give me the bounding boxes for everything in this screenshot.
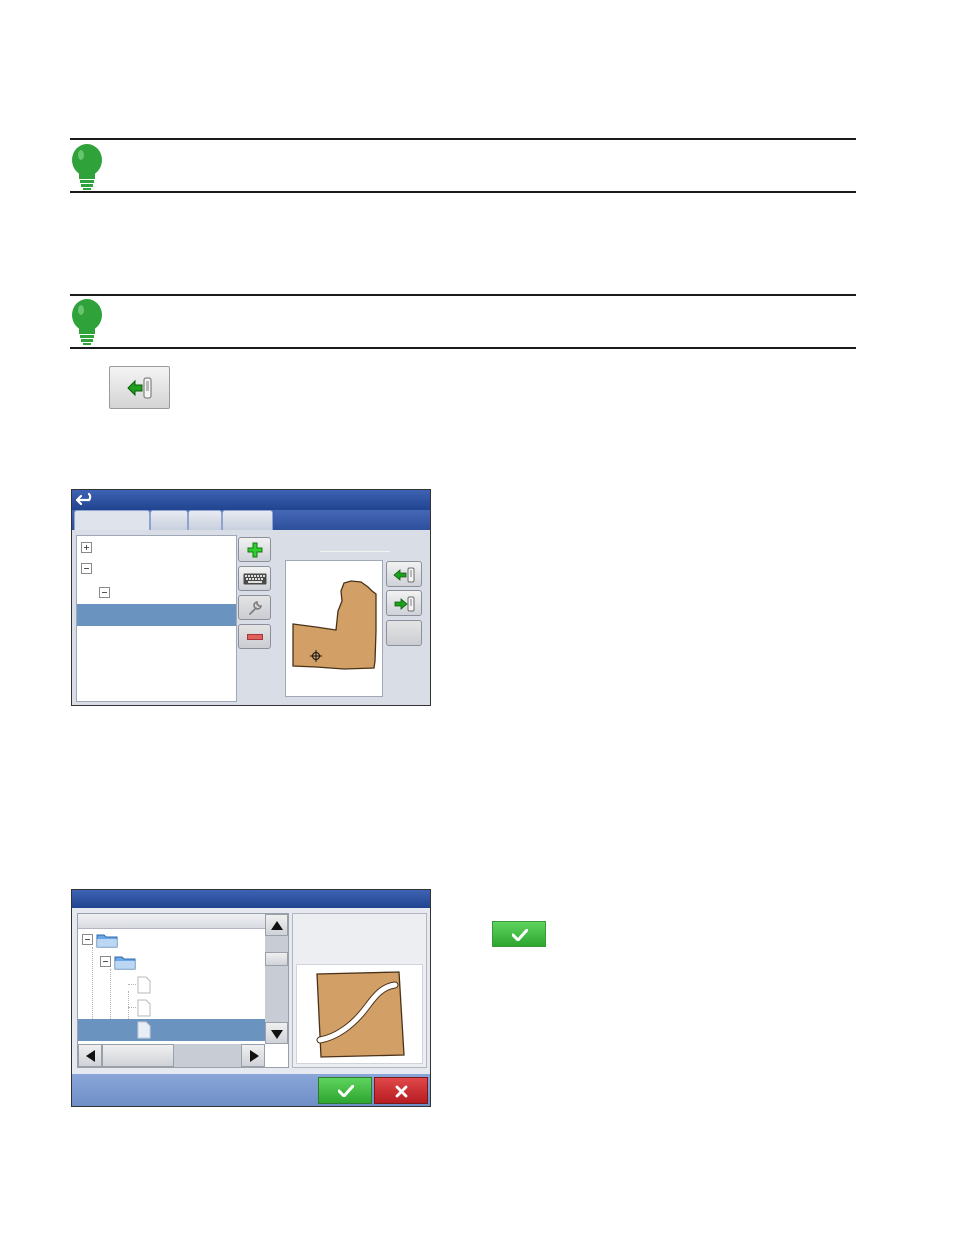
file-icon	[137, 976, 151, 994]
keyboard-icon	[243, 573, 267, 585]
tree-header	[78, 914, 265, 929]
export-boundary-icon	[394, 596, 415, 612]
dialog-title-bar	[72, 890, 430, 908]
field-boundary-shape	[292, 580, 377, 670]
arrow-up-icon	[271, 921, 283, 930]
boundary-preview	[285, 560, 383, 697]
boundary-management-screen	[71, 489, 431, 706]
check-icon	[338, 1085, 354, 1097]
extra-button[interactable]	[386, 620, 422, 646]
tree-selected-row[interactable]	[77, 604, 236, 626]
import-file-dialog	[71, 889, 431, 1107]
preview-header-line	[320, 551, 390, 552]
tree-selected-row[interactable]	[78, 1019, 265, 1041]
file-icon	[137, 1021, 151, 1039]
arrow-left-icon	[86, 1050, 95, 1062]
collapse-icon[interactable]	[82, 934, 93, 945]
lightbulb-icon	[72, 144, 102, 190]
arrow-right-icon	[250, 1050, 259, 1062]
expand-icon[interactable]	[81, 542, 92, 553]
note-top-rule-2	[70, 294, 856, 296]
accept-button[interactable]	[492, 921, 546, 947]
export-boundary-button[interactable]	[386, 590, 422, 616]
import-boundary-icon	[127, 377, 152, 399]
tree-line	[128, 1007, 136, 1009]
collapse-icon[interactable]	[100, 956, 111, 967]
note-bottom-rule-2	[70, 347, 856, 349]
folder-icon	[96, 934, 118, 948]
add-button[interactable]	[238, 537, 271, 562]
scroll-thumb-horizontal[interactable]	[102, 1044, 174, 1067]
scroll-down-button[interactable]	[265, 1022, 288, 1044]
import-boundary-button[interactable]	[386, 561, 422, 587]
scroll-left-button[interactable]	[78, 1044, 102, 1067]
scroll-thumb[interactable]	[265, 952, 288, 966]
lightbulb-icon	[72, 299, 102, 345]
folder-icon	[114, 956, 136, 970]
cancel-button[interactable]	[374, 1077, 428, 1104]
accept-button[interactable]	[318, 1077, 372, 1104]
tree-panel[interactable]	[76, 535, 237, 702]
tab-2[interactable]	[150, 510, 188, 530]
edit-button[interactable]	[238, 595, 271, 620]
note-top-rule-1	[70, 138, 856, 140]
wrench-icon	[249, 601, 262, 615]
tree-line	[128, 984, 136, 986]
x-icon	[395, 1085, 408, 1098]
field-boundary-shape	[316, 971, 405, 1058]
tab-4[interactable]	[222, 510, 273, 530]
tabs-bar	[72, 510, 430, 530]
collapse-icon[interactable]	[81, 563, 92, 574]
collapse-icon[interactable]	[99, 587, 110, 598]
back-arrow-icon[interactable]	[76, 492, 98, 508]
import-boundary-icon	[393, 567, 415, 583]
remove-button[interactable]	[238, 624, 271, 649]
tab-1[interactable]	[74, 510, 150, 530]
import-boundary-button[interactable]	[109, 366, 170, 409]
note-bottom-rule-1	[70, 191, 856, 193]
file-tree-panel[interactable]	[77, 913, 289, 1068]
check-icon	[512, 929, 528, 941]
arrow-down-icon	[271, 1030, 283, 1039]
rename-button[interactable]	[238, 566, 271, 591]
minus-icon	[247, 634, 263, 640]
scroll-up-button[interactable]	[265, 914, 288, 936]
plus-icon	[247, 542, 263, 558]
preview-pane	[292, 913, 427, 1068]
tab-3[interactable]	[188, 510, 222, 530]
file-preview	[296, 964, 423, 1064]
title-bar	[72, 490, 430, 510]
file-icon	[137, 999, 151, 1017]
scroll-right-button[interactable]	[241, 1044, 265, 1067]
